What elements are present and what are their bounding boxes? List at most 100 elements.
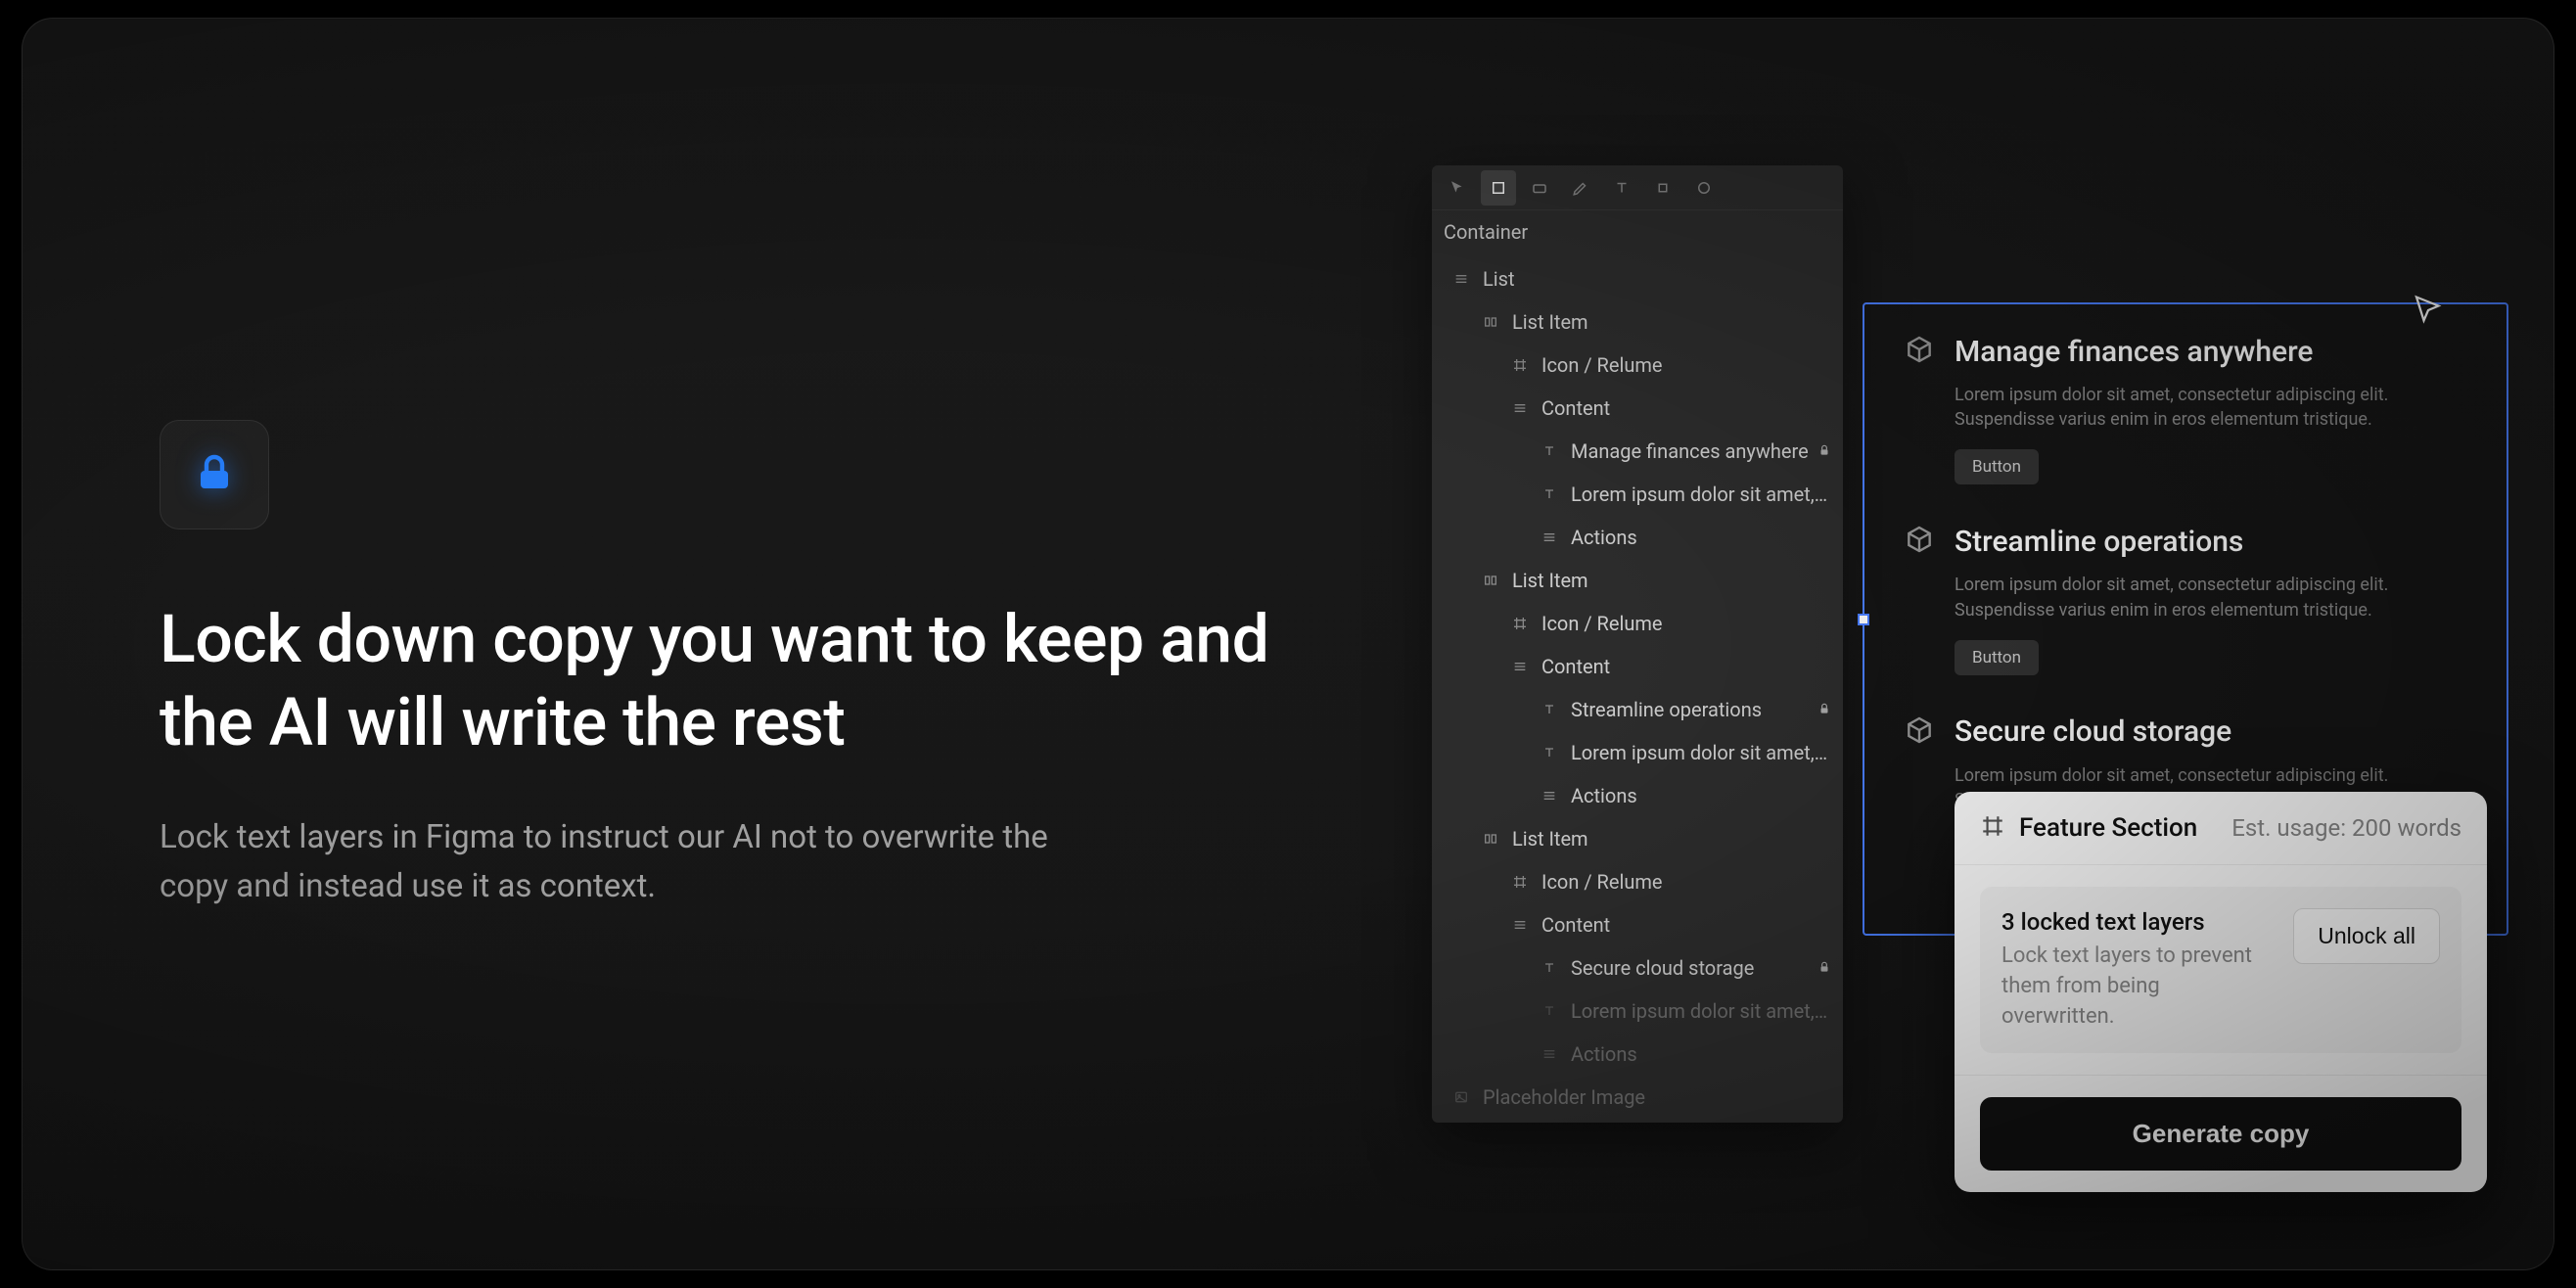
layer-label: Lorem ipsum dolor sit amet, conse… (1571, 999, 1831, 1023)
generate-copy-button[interactable]: Generate copy (1980, 1097, 2461, 1171)
stack-icon (1508, 917, 1532, 933)
popup-header: Feature Section Est. usage: 200 words (1955, 792, 2487, 865)
layer-row[interactable]: Content (1432, 387, 1843, 430)
autolayout-icon (1479, 314, 1502, 330)
feature-frame: Lock down copy you want to keep and the … (22, 18, 2554, 1270)
frame-icon (1980, 813, 2005, 843)
preview-feature-item: Manage finances anywhere Lorem ipsum dol… (1904, 334, 2467, 484)
layer-label: List (1483, 267, 1831, 291)
layer-row[interactable]: Icon / Relume (1432, 602, 1843, 645)
hero-subtitle: Lock text layers in Figma to instruct ou… (160, 813, 1099, 910)
layer-label: Content (1541, 655, 1831, 678)
comment-tool-icon[interactable] (1686, 170, 1722, 206)
lock-icon (1817, 442, 1831, 461)
stack-icon (1449, 271, 1473, 287)
stack-icon (1538, 1046, 1561, 1062)
popup-estimate: Est. usage: 200 words (2231, 814, 2461, 842)
layer-row[interactable]: Content (1432, 903, 1843, 946)
popup-title: Feature Section (2019, 813, 2218, 843)
layers-list: List List Item Icon / Relume Content Man… (1432, 253, 1843, 1123)
layer-label: Icon / Relume (1541, 870, 1831, 894)
layer-row[interactable]: Lorem ipsum dolor sit amet, conse… (1432, 989, 1843, 1033)
shape-tool-icon[interactable] (1522, 170, 1557, 206)
autolayout-icon (1479, 831, 1502, 847)
layer-row[interactable]: Actions (1432, 774, 1843, 817)
hero-text-block: Lock down copy you want to keep and the … (160, 420, 1295, 910)
layer-row[interactable]: Placeholder Image (1432, 1076, 1843, 1119)
layer-label: Placeholder Image (1483, 1085, 1831, 1109)
layer-row[interactable]: List Item (1432, 817, 1843, 860)
layer-row[interactable]: Lorem ipsum dolor sit amet, conse… (1432, 473, 1843, 516)
image-icon (1449, 1089, 1473, 1105)
stack-icon (1538, 788, 1561, 804)
layer-row[interactable]: List Item (1432, 300, 1843, 344)
cube-icon (1904, 714, 1935, 750)
preview-button[interactable]: Button (1955, 449, 2039, 484)
text-icon (1538, 745, 1561, 760)
layer-row[interactable]: Actions (1432, 516, 1843, 559)
layer-row[interactable]: Lorem ipsum dolor sit amet, conse… (1432, 731, 1843, 774)
layer-container[interactable]: Container (1432, 210, 1843, 253)
move-tool-icon[interactable] (1440, 170, 1475, 206)
layer-label: Container (1444, 220, 1831, 244)
lock-icon (1817, 701, 1831, 719)
frame-icon (1508, 874, 1532, 890)
text-icon (1538, 702, 1561, 717)
cursor-icon (2411, 293, 2446, 332)
layer-label: List Item (1512, 569, 1831, 592)
preview-body: Lorem ipsum dolor sit amet, consectetur … (1955, 383, 2467, 432)
layer-label: Actions (1571, 526, 1831, 549)
generate-popup: Feature Section Est. usage: 200 words 3 … (1955, 792, 2487, 1192)
layer-label: Lorem ipsum dolor sit amet, conse… (1571, 741, 1831, 764)
hand-tool-icon[interactable] (1645, 170, 1680, 206)
layer-label: Icon / Relume (1541, 612, 1831, 635)
stack-icon (1538, 529, 1561, 545)
layer-row[interactable]: Content (1432, 645, 1843, 688)
figma-toolbar (1432, 165, 1843, 210)
preview-feature-item: Streamline operations Lorem ipsum dolor … (1904, 524, 2467, 674)
frame-icon (1508, 616, 1532, 631)
layer-row[interactable]: Icon / Relume (1432, 860, 1843, 903)
preview-title: Streamline operations (1955, 525, 2243, 559)
autolayout-icon (1479, 573, 1502, 588)
layer-row[interactable]: List (1432, 257, 1843, 300)
cube-icon (1904, 334, 1935, 369)
layer-label: Manage finances anywhere (1571, 439, 1817, 463)
text-icon (1538, 960, 1561, 976)
frame-icon (1508, 357, 1532, 373)
hero-title: Lock down copy you want to keep and the … (160, 598, 1295, 764)
layer-label: Content (1541, 913, 1831, 937)
layer-label: Streamline operations (1571, 698, 1817, 721)
preview-body: Lorem ipsum dolor sit amet, consectetur … (1955, 573, 2467, 621)
preview-button[interactable]: Button (1955, 640, 2039, 675)
figma-layers-panel: Container List List Item Icon / Relume C… (1432, 165, 1843, 1123)
frame-tool-icon[interactable] (1481, 170, 1516, 206)
locked-description: Lock text layers to prevent them from be… (2001, 942, 2274, 1032)
layer-label: List Item (1512, 827, 1831, 851)
layer-row[interactable]: Icon / Relume (1432, 344, 1843, 387)
layer-row[interactable]: Streamline operations (1432, 688, 1843, 731)
layer-label: Secure cloud storage (1571, 956, 1817, 980)
layer-label: Actions (1571, 784, 1831, 807)
layer-label: Actions (1571, 1042, 1831, 1066)
pen-tool-icon[interactable] (1563, 170, 1598, 206)
lock-icon (1817, 959, 1831, 978)
layer-label: List Item (1512, 310, 1831, 334)
layer-row[interactable]: List Item (1432, 559, 1843, 602)
cube-icon (1904, 524, 1935, 559)
layer-label: Icon / Relume (1541, 353, 1831, 377)
text-tool-icon[interactable] (1604, 170, 1639, 206)
locked-layers-card: 3 locked text layers Lock text layers to… (1980, 887, 2461, 1053)
preview-title: Secure cloud storage (1955, 714, 2231, 749)
layer-label: Lorem ipsum dolor sit amet, conse… (1571, 483, 1831, 506)
locked-count-title: 3 locked text layers (2001, 908, 2274, 936)
layer-row[interactable]: Secure cloud storage (1432, 946, 1843, 989)
layer-row[interactable]: Manage finances anywhere (1432, 430, 1843, 473)
unlock-all-button[interactable]: Unlock all (2293, 908, 2440, 964)
stack-icon (1508, 659, 1532, 674)
lock-icon (191, 449, 238, 500)
selection-handle-icon[interactable] (1858, 614, 1869, 625)
text-icon (1538, 486, 1561, 502)
layer-row[interactable]: Actions (1432, 1033, 1843, 1076)
stack-icon (1508, 400, 1532, 416)
